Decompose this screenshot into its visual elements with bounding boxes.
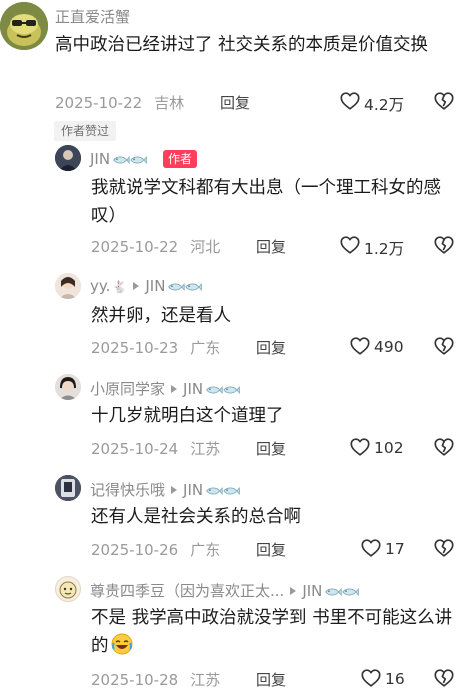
heart-outline-icon[interactable] — [339, 234, 361, 256]
comment-location: 广东 — [190, 339, 221, 357]
avatar[interactable] — [55, 475, 81, 501]
heart-outline-icon[interactable] — [360, 667, 382, 689]
like-count: 1.2万 — [364, 240, 405, 258]
heart-outline-icon[interactable] — [349, 436, 371, 458]
like-count: 16 — [385, 670, 405, 688]
reply-button[interactable]: 回复 — [220, 92, 250, 113]
comment-location: 江苏 — [190, 671, 221, 689]
heart-outline-icon[interactable] — [339, 90, 361, 112]
reply-text: 十几岁就明白这个道理了 — [91, 406, 284, 426]
reply-meta: 2025-10-22 河北 — [91, 236, 220, 257]
comment-date: 2025-10-23 — [91, 339, 179, 357]
reply-text: 还有人是社会关系的总合啊 — [91, 507, 301, 527]
username-text[interactable]: JIN — [90, 150, 110, 168]
top-comment-username[interactable]: 正直爱活蟹 — [55, 6, 130, 27]
comment-date: 2025-10-28 — [91, 671, 179, 689]
comment-date: 2025-10-22 — [91, 238, 179, 256]
reply-username[interactable]: 小原同学家 JIN — [90, 378, 241, 399]
reply-button[interactable]: 回复 — [256, 236, 286, 257]
reply-meta: 2025-10-23 广东 — [91, 337, 220, 358]
fish-badge-icon — [167, 281, 203, 293]
username-text[interactable]: 尊贵四季豆（因为喜欢正太... — [90, 582, 284, 600]
reply-button[interactable]: 回复 — [256, 337, 286, 358]
reply-button[interactable]: 回复 — [256, 438, 286, 459]
top-comment-date: 2025-10-22 吉林 — [55, 92, 184, 113]
reply-to-username[interactable]: JIN — [183, 481, 203, 499]
fish-badge-icon — [324, 586, 360, 598]
broken-heart-icon[interactable] — [433, 335, 455, 357]
reply-to-username[interactable]: JIN — [145, 277, 165, 295]
avatar[interactable] — [55, 576, 81, 602]
comment-date: 2025-10-24 — [91, 440, 179, 458]
like-count: 102 — [374, 439, 404, 457]
broken-heart-icon[interactable] — [433, 234, 455, 256]
heart-outline-icon[interactable] — [360, 537, 382, 559]
reply-username[interactable]: JIN — [90, 150, 148, 168]
reply-username[interactable]: yy. 🐇 JIN — [90, 277, 203, 295]
reply-meta: 2025-10-26 广东 — [91, 539, 220, 560]
reply-arrow-icon — [290, 587, 297, 595]
reply-to-username[interactable]: JIN — [183, 380, 203, 398]
comment-date: 2025-10-22 — [55, 94, 143, 112]
top-comment-text: 高中政治已经讲过了 社交关系的本质是价值交换 — [55, 35, 429, 55]
comment-location: 江苏 — [190, 440, 221, 458]
reply-meta: 2025-10-28 江苏 — [91, 669, 220, 690]
username-text[interactable]: 小原同学家 — [90, 380, 165, 398]
comment-date: 2025-10-26 — [91, 541, 179, 559]
reply-button[interactable]: 回复 — [256, 539, 286, 560]
comment-location: 吉林 — [154, 94, 185, 112]
avatar[interactable] — [0, 2, 48, 50]
fish-badge-icon — [205, 384, 241, 396]
broken-heart-icon[interactable] — [433, 90, 455, 112]
reply-text: 然并卵，还是看人 — [91, 306, 231, 326]
like-count: 17 — [385, 540, 405, 558]
comment-location: 河北 — [190, 238, 221, 256]
reply-text: 不是 我学高中政治就没学到 书里不可能这么讲的 — [91, 604, 461, 660]
fish-badge-icon — [205, 485, 241, 497]
reply-meta: 2025-10-24 江苏 — [91, 438, 220, 459]
heart-outline-icon[interactable] — [349, 335, 371, 357]
broken-heart-icon[interactable] — [433, 537, 455, 559]
broken-heart-icon[interactable] — [433, 667, 455, 689]
reply-arrow-icon — [133, 282, 140, 290]
avatar[interactable] — [55, 374, 81, 400]
username-text[interactable]: 记得快乐哦 — [90, 481, 165, 499]
avatar[interactable] — [55, 145, 81, 171]
reply-button[interactable]: 回复 — [256, 669, 286, 690]
like-count: 490 — [374, 338, 404, 356]
reply-username[interactable]: 尊贵四季豆（因为喜欢正太... JIN — [90, 580, 360, 601]
reply-username[interactable]: 记得快乐哦 JIN — [90, 479, 241, 500]
like-count: 4.2万 — [364, 96, 405, 114]
author-badge: 作者 — [163, 150, 198, 168]
username-text[interactable]: yy. — [90, 277, 110, 295]
avatar[interactable] — [55, 273, 81, 299]
laughing-tears-emoji — [111, 633, 133, 655]
reply-text-content: 不是 我学高中政治就没学到 书里不可能这么讲的 — [91, 608, 453, 656]
comment-location: 广东 — [190, 541, 221, 559]
liked-by-author-tag: 作者赞过 — [54, 121, 117, 141]
reply-text: 我就说学文科都有大出息（一个理工科女的感叹） — [91, 178, 441, 226]
broken-heart-icon[interactable] — [433, 436, 455, 458]
reply-arrow-icon — [171, 385, 178, 393]
reply-arrow-icon — [171, 486, 178, 494]
fish-badge-icon — [112, 154, 148, 166]
reply-to-username[interactable]: JIN — [302, 582, 322, 600]
rabbit-emoji: 🐇 — [112, 280, 128, 294]
